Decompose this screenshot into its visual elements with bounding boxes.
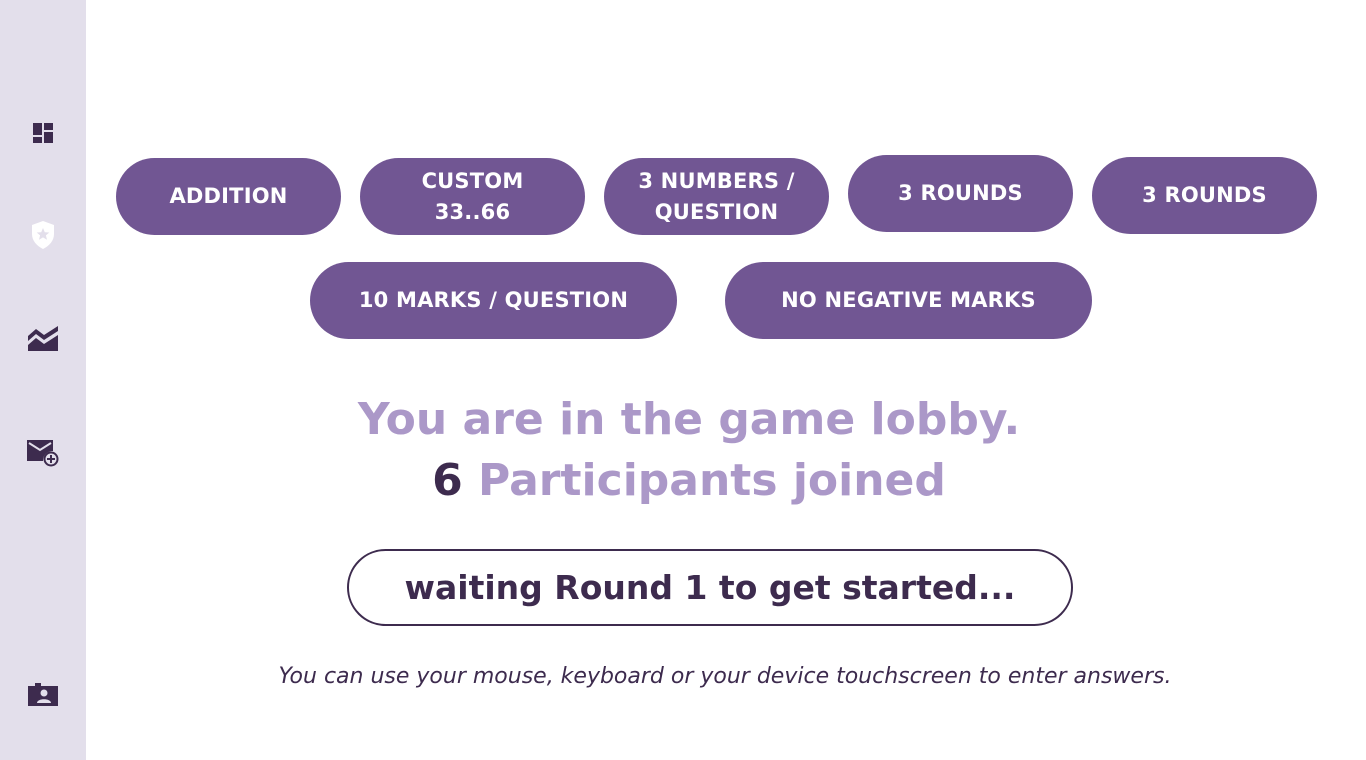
- sidebar: [0, 0, 86, 760]
- participant-count: 6: [432, 455, 463, 506]
- dashboard-icon[interactable]: [26, 116, 60, 150]
- badge-star-icon[interactable]: [26, 218, 60, 252]
- chart-area-icon[interactable]: [26, 321, 60, 355]
- setting-operation-pill: ADDITION: [116, 158, 341, 235]
- setting-marks-pill: 10 MARKS / QUESTION: [310, 262, 677, 339]
- round-status-text: waiting Round 1 to get started...: [404, 568, 1016, 607]
- round-status-box: waiting Round 1 to get started...: [347, 549, 1073, 626]
- input-hint: You can use your mouse, keyboard or your…: [278, 664, 1172, 689]
- setting-numbers-pill: 3 NUMBERS / QUESTION: [604, 158, 829, 235]
- participants-line: 6 Participants joined: [86, 455, 1292, 506]
- setting-range-pill: CUSTOM 33..66: [360, 158, 585, 235]
- contact-folder-icon[interactable]: [26, 677, 60, 711]
- mail-add-icon[interactable]: [26, 435, 60, 469]
- setting-rounds-pill: 3 ROUNDS: [848, 155, 1073, 232]
- participants-label: Participants joined: [478, 455, 946, 506]
- main-content: ADDITION CUSTOM 33..66 3 NUMBERS / QUEST…: [86, 0, 1366, 760]
- setting-negative-marks-pill: NO NEGATIVE MARKS: [725, 262, 1092, 339]
- setting-rounds-pill-2: 3 ROUNDS: [1092, 157, 1317, 234]
- lobby-title: You are in the game lobby.: [357, 394, 1021, 445]
